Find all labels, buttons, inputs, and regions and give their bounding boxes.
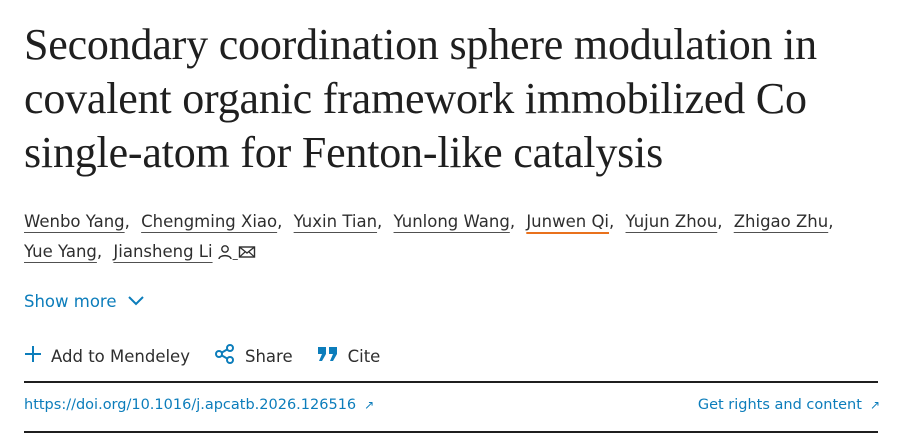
article-actions: Add to Mendeley Share Cite: [24, 343, 380, 369]
show-more-label: Show more: [24, 292, 117, 311]
doi-link[interactable]: https://doi.org/10.1016/j.apcatb.2026.12…: [24, 397, 374, 413]
cite-label: Cite: [347, 346, 381, 366]
corresponding-author-icons[interactable]: [217, 238, 256, 268]
author-link[interactable]: Zhigao Zhu: [734, 212, 829, 231]
author-link[interactable]: Wenbo Yang: [24, 212, 125, 231]
external-link-icon: ↗: [869, 398, 880, 412]
share-label: Share: [244, 346, 293, 366]
author-list: Wenbo Yang, Chengming Xiao, Yuxin Tian, …: [24, 207, 884, 268]
share-icon: [214, 343, 236, 369]
author-link[interactable]: Yunlong Wang: [394, 212, 510, 231]
author-separator: ,: [828, 212, 834, 231]
divider: [24, 431, 878, 433]
quote-icon: [317, 345, 339, 367]
author-link[interactable]: Yue Yang: [24, 242, 97, 261]
author-separator: ,: [509, 212, 516, 231]
add-to-mendeley-button[interactable]: Add to Mendeley: [24, 345, 190, 367]
author-link[interactable]: Yujun Zhou: [626, 212, 718, 231]
envelope-icon: [238, 243, 256, 262]
article-title: Secondary coordination sphere modulation…: [24, 20, 817, 177]
share-button[interactable]: Share: [214, 343, 293, 369]
author-link-corresponding[interactable]: Jiansheng Li: [113, 242, 212, 261]
author-separator: ,: [124, 212, 130, 231]
show-more-button[interactable]: Show more: [24, 292, 145, 311]
author-link[interactable]: Chengming Xiao: [141, 212, 277, 231]
author-separator: ,: [717, 212, 723, 231]
plus-icon: [24, 345, 42, 367]
chevron-down-icon: [127, 292, 145, 311]
rights-text: Get rights and content: [697, 397, 862, 413]
author-separator: ,: [277, 212, 283, 231]
author-separator: ,: [377, 212, 383, 231]
add-to-mendeley-label: Add to Mendeley: [51, 346, 190, 366]
doi-text: https://doi.org/10.1016/j.apcatb.2026.12…: [24, 397, 357, 413]
person-icon: [217, 243, 233, 262]
cite-button[interactable]: Cite: [317, 345, 381, 367]
author-separator: ,: [609, 212, 615, 231]
author-link-highlighted[interactable]: Junwen Qi: [526, 212, 609, 231]
rights-and-content-link[interactable]: Get rights and content ↗: [698, 397, 880, 413]
author-separator: ,: [96, 242, 103, 261]
author-link[interactable]: Yuxin Tian: [294, 212, 377, 231]
divider: [24, 381, 878, 383]
external-link-icon: ↗: [364, 398, 375, 412]
